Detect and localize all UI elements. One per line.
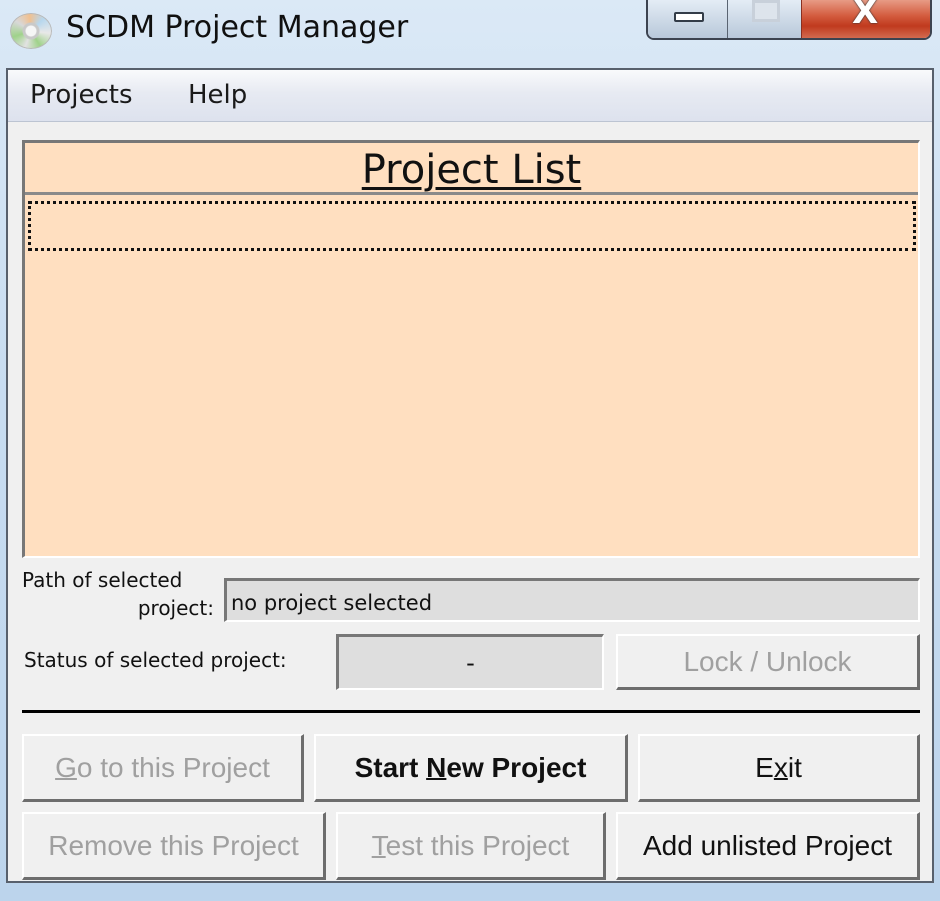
minimize-button[interactable] [648, 0, 728, 38]
label-rest: o to this Project [76, 751, 270, 783]
project-list-title: Project List [361, 147, 582, 193]
status-label: Status of selected project: [24, 648, 287, 672]
close-icon: X [852, 0, 879, 32]
close-button[interactable]: X [802, 0, 930, 38]
maximize-icon [752, 0, 780, 22]
maximize-button[interactable] [728, 0, 802, 38]
window-title: SCDM Project Manager [66, 10, 409, 45]
test-project-button[interactable]: Test this Project [336, 812, 606, 880]
mnemonic: N [426, 751, 447, 783]
project-list-header: Project List [25, 143, 918, 195]
path-label-line1: Path of selected [22, 568, 183, 592]
project-list[interactable]: Project List [22, 140, 920, 558]
cd-disc-icon [10, 13, 52, 49]
menu-bar: Projects Help [8, 70, 932, 122]
menu-projects[interactable]: Projects [30, 80, 133, 110]
path-label-line2: project: [137, 596, 214, 620]
add-unlisted-project-button[interactable]: Add unlisted Project [616, 812, 920, 880]
label-pre: Start [354, 751, 427, 783]
lock-unlock-button[interactable]: Lock / Unlock [616, 634, 920, 690]
window-client-area: Projects Help Project List Path of selec… [6, 68, 934, 883]
start-new-project-button[interactable]: Start New Project [314, 734, 628, 802]
mnemonic: T [371, 829, 386, 861]
path-label: Path of selected project: [22, 566, 214, 622]
status-field: - [336, 634, 604, 690]
label-rest: it [787, 751, 802, 783]
mnemonic: G [55, 751, 77, 783]
exit-label: Exit [755, 752, 802, 784]
window-controls: X [646, 0, 932, 40]
add-unlisted-label: Add unlisted Project [642, 829, 893, 861]
menu-help[interactable]: Help [188, 80, 247, 110]
minimize-icon [674, 12, 704, 22]
label-rest: est this Project [385, 829, 570, 861]
path-field: no project selected [224, 578, 920, 622]
test-label: Test this Project [372, 830, 570, 862]
divider [22, 710, 920, 713]
title-bar[interactable]: SCDM Project Manager X [0, 0, 940, 62]
remove-label: Remove this Project [48, 829, 299, 861]
lock-unlock-label: Lock / Unlock [683, 645, 852, 677]
mnemonic: x [773, 751, 788, 783]
list-focus-row[interactable] [28, 201, 916, 251]
label-pre: E [755, 751, 774, 783]
label-rest: ew Project [446, 751, 587, 783]
start-new-label: Start New Project [355, 752, 587, 784]
remove-project-button[interactable]: Remove this Project [22, 812, 326, 880]
go-to-project-button[interactable]: Go to this Project [22, 734, 304, 802]
go-to-label: Go to this Project [55, 752, 270, 784]
exit-button[interactable]: Exit [638, 734, 920, 802]
